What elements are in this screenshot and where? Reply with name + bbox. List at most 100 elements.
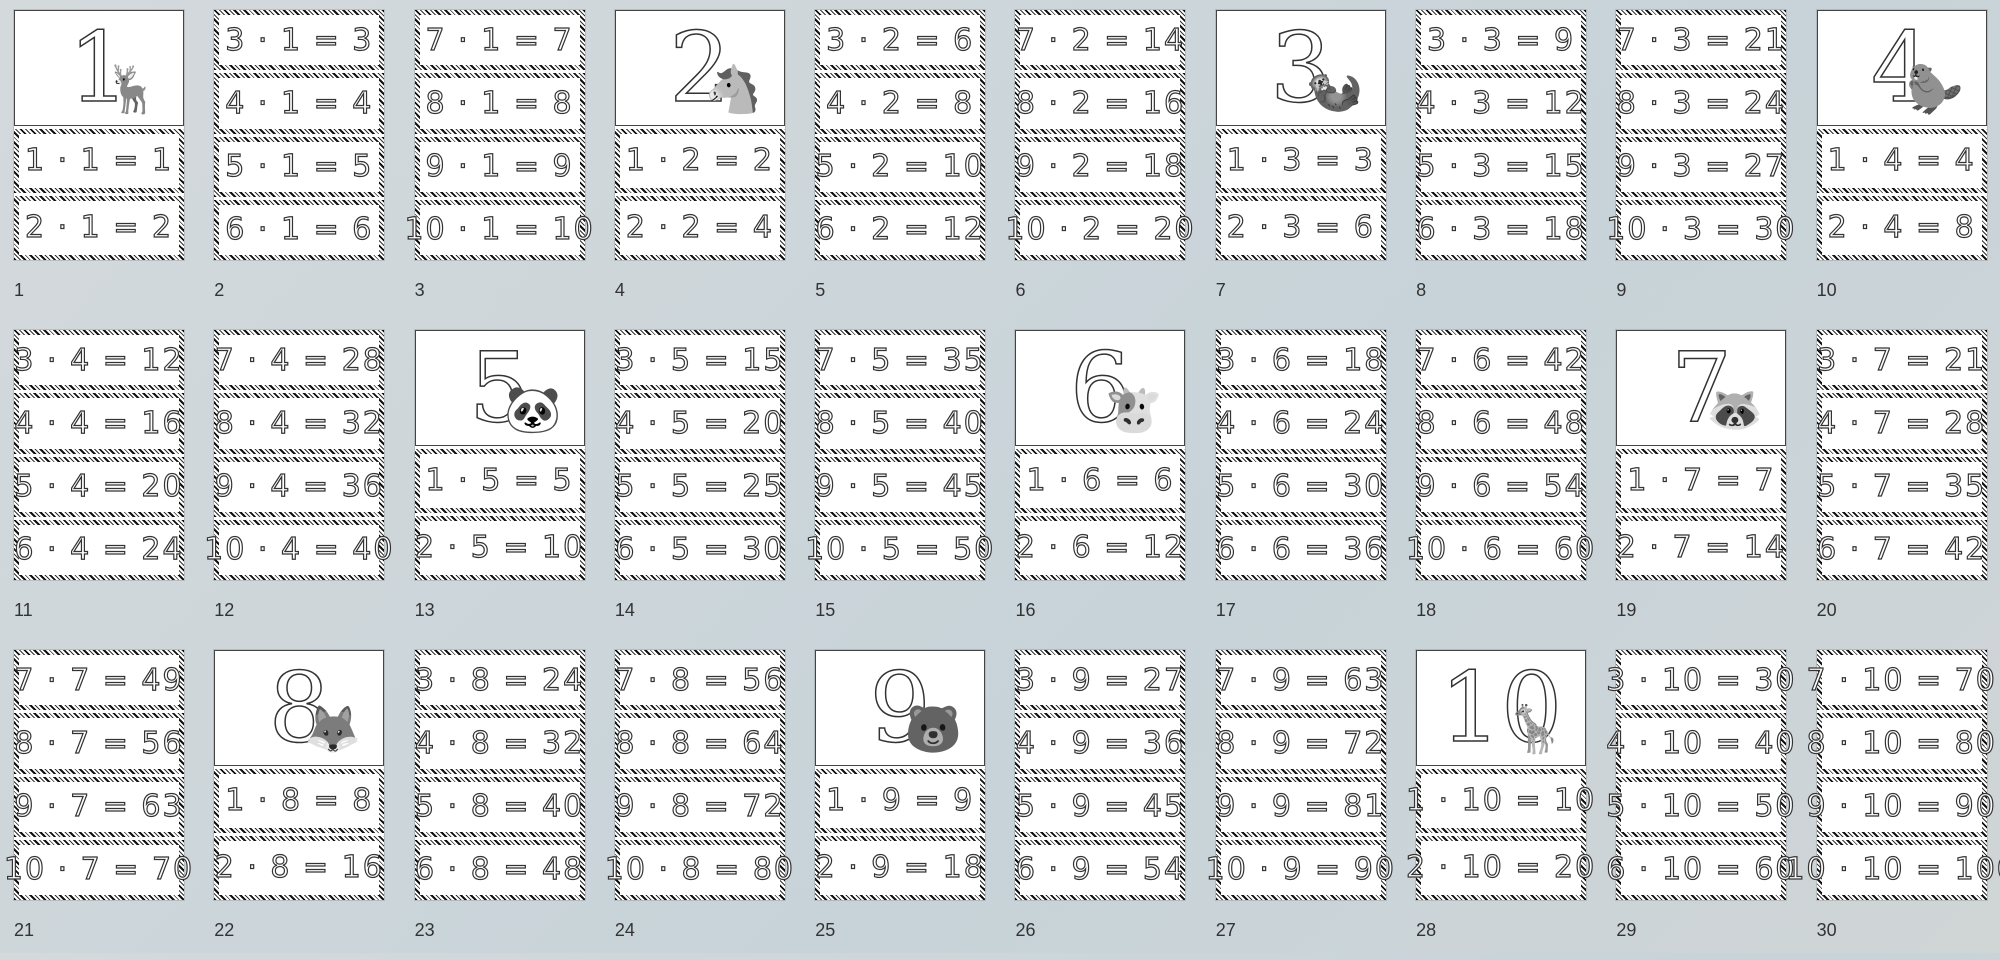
page-thumbnail[interactable]: 7 · 4 = 28 8 · 4 = 32 9 · 4 = 36 10 · 4 = 4… bbox=[204, 330, 393, 640]
equation-card: 6 · 2 = 12 bbox=[815, 199, 986, 260]
page-thumbnail[interactable]: 3 · 6 = 18 4 · 6 = 24 5 · 6 = 30 6 · 6 = 36… bbox=[1216, 330, 1386, 640]
page-number-label: 16 bbox=[1015, 600, 1036, 620]
page-number-label: 6 bbox=[1015, 280, 1026, 300]
equation-text: 4 · 4 = 16 bbox=[14, 405, 184, 441]
page-thumbnail[interactable]: 3 · 10 = 30 4 · 10 = 40 5 · 10 = 50 6 · 10 … bbox=[1606, 650, 1795, 960]
page-number-label: 18 bbox=[1416, 600, 1437, 620]
page-thumbnail[interactable]: 3 · 5 = 15 4 · 5 = 20 5 · 5 = 25 6 · 5 = 30… bbox=[615, 330, 785, 640]
equation-text: 2 · 4 = 8 bbox=[1827, 210, 1976, 246]
page-thumbnail[interactable]: 5 🐼 1 · 5 = 5 2 · 5 = 10 13 bbox=[414, 330, 585, 640]
page-number-label: 27 bbox=[1215, 920, 1236, 940]
page-thumbnail[interactable]: 7 · 3 = 21 8 · 3 = 24 9 · 3 = 27 10 · 3 = 3… bbox=[1606, 10, 1795, 320]
horse-icon: 🐴 bbox=[704, 62, 762, 115]
equation-text: 8 · 5 = 40 bbox=[815, 405, 985, 441]
equation-text: 6 · 5 = 30 bbox=[615, 532, 785, 568]
page-thumbnail[interactable]: 7 · 5 = 35 8 · 5 = 40 9 · 5 = 45 10 · 5 = 5… bbox=[804, 330, 994, 640]
page-thumbnail[interactable]: 7 · 7 = 49 8 · 7 = 56 9 · 7 = 63 10 · 7 = 7… bbox=[3, 650, 193, 960]
page-thumbnail[interactable]: 7 · 9 = 63 8 · 9 = 72 9 · 9 = 81 10 · 9 = 9… bbox=[1205, 650, 1395, 960]
equation-card: 4 · 2 = 8 bbox=[815, 73, 986, 134]
equation-card: 8 · 3 = 24 bbox=[1616, 73, 1787, 134]
page-number-label: 28 bbox=[1416, 920, 1437, 940]
equation-card: 2 · 1 = 2 bbox=[14, 195, 184, 260]
page-thumbnail[interactable]: 3 · 8 = 24 4 · 8 = 32 5 · 8 = 40 6 · 8 = 48… bbox=[414, 650, 585, 960]
number-picture-card: 2 🐴 bbox=[614, 10, 785, 126]
equation-card: 8 · 8 = 64 bbox=[615, 713, 785, 774]
equation-text: 5 · 5 = 25 bbox=[615, 469, 785, 505]
equation-text: 4 · 7 = 28 bbox=[1816, 405, 1987, 441]
equation-card: 7 · 8 = 56 bbox=[615, 650, 785, 711]
equation-card: 2 · 7 = 14 bbox=[1616, 515, 1787, 580]
equation-card: 6 · 9 = 54 bbox=[1015, 839, 1186, 900]
equation-card: 8 · 10 = 80 bbox=[1806, 713, 1995, 774]
equation-card: 2 · 5 = 10 bbox=[414, 515, 585, 580]
equation-text: 3 · 7 = 21 bbox=[1816, 342, 1987, 378]
page-thumbnail[interactable]: 3 · 9 = 27 4 · 9 = 36 5 · 9 = 45 6 · 9 = 54… bbox=[1015, 650, 1186, 960]
page-thumbnail[interactable]: 6 🐮 1 · 6 = 6 2 · 6 = 12 16 bbox=[1015, 330, 1186, 640]
page-thumbnail[interactable]: 10 🦒 1 · 10 = 10 2 · 10 = 20 28 bbox=[1405, 650, 1595, 960]
page-sheet: 7 · 6 = 42 8 · 6 = 48 9 · 6 = 54 10 · 6 = 6… bbox=[1405, 330, 1595, 580]
equation-card: 2 · 10 = 20 bbox=[1405, 835, 1595, 900]
page-number-label: 22 bbox=[214, 920, 235, 940]
equation-card: 5 · 1 = 5 bbox=[214, 136, 385, 197]
equation-text: 1 · 1 = 1 bbox=[24, 143, 174, 179]
equation-card: 4 · 6 = 24 bbox=[1216, 393, 1386, 454]
page-thumbnail[interactable]: 8 🦊 1 · 8 = 8 2 · 8 = 16 22 bbox=[214, 650, 385, 960]
equation-text: 9 · 2 = 18 bbox=[1015, 149, 1186, 185]
equation-card: 4 · 1 = 4 bbox=[214, 73, 385, 134]
equation-card: 7 · 1 = 7 bbox=[414, 10, 585, 71]
equation-text: 9 · 1 = 9 bbox=[425, 149, 574, 185]
page-number-label: 2 bbox=[214, 280, 225, 300]
equation-text: 1 · 9 = 9 bbox=[826, 783, 975, 819]
page-thumbnail[interactable]: 4 🦫 1 · 4 = 4 2 · 4 = 8 10 bbox=[1816, 10, 1987, 320]
page-thumbnail[interactable]: 3 · 3 = 9 4 · 3 = 12 5 · 3 = 15 6 · 3 = 18 8 bbox=[1416, 10, 1587, 320]
equation-text: 8 · 2 = 16 bbox=[1015, 85, 1186, 121]
equation-text: 2 · 8 = 16 bbox=[214, 850, 384, 886]
page-sheet: 3 🦦 1 · 3 = 3 2 · 3 = 6 bbox=[1215, 10, 1386, 260]
page-thumbnail[interactable]: 7 · 8 = 56 8 · 8 = 64 9 · 8 = 72 10 · 8 = 8… bbox=[604, 650, 794, 960]
equation-card: 6 · 5 = 30 bbox=[615, 519, 785, 580]
page-thumbnail[interactable]: 3 · 4 = 12 4 · 4 = 16 5 · 4 = 20 6 · 4 = 24… bbox=[14, 330, 184, 640]
page-thumbnail[interactable]: 7 · 6 = 42 8 · 6 = 48 9 · 6 = 54 10 · 6 = 6… bbox=[1405, 330, 1595, 640]
equation-card: 6 · 7 = 42 bbox=[1816, 519, 1987, 580]
equation-text: 3 · 3 = 9 bbox=[1426, 22, 1576, 58]
page-thumbnail[interactable]: 3 🦦 1 · 3 = 3 2 · 3 = 6 7 bbox=[1215, 10, 1386, 320]
page-thumbnail[interactable]: 7 · 2 = 14 8 · 2 = 16 9 · 2 = 18 10 · 2 = 2… bbox=[1005, 10, 1194, 320]
page-thumbnail[interactable]: 7 · 10 = 70 8 · 10 = 80 9 · 10 = 90 10 · 10… bbox=[1785, 650, 2000, 960]
equation-text: 8 · 10 = 80 bbox=[1806, 725, 1997, 761]
deer-icon: 🦌 bbox=[103, 62, 161, 115]
page-thumbnail[interactable]: 1 🦌 1 · 1 = 1 2 · 1 = 2 1 bbox=[14, 10, 184, 320]
page-number-label: 12 bbox=[214, 600, 235, 620]
page-thumbnail[interactable]: 7 · 1 = 7 8 · 1 = 8 9 · 1 = 9 10 · 1 = 10 3 bbox=[404, 10, 593, 320]
page-thumbnail[interactable]: 3 · 2 = 6 4 · 2 = 8 5 · 2 = 10 6 · 2 = 12 5 bbox=[815, 10, 986, 320]
equation-text: 6 · 10 = 60 bbox=[1606, 852, 1797, 888]
equation-text: 9 · 9 = 81 bbox=[1216, 789, 1386, 825]
number-picture-card: 4 🦫 bbox=[1816, 10, 1987, 126]
page-thumbnail[interactable]: 3 · 1 = 3 4 · 1 = 4 5 · 1 = 5 6 · 1 = 6 2 bbox=[214, 10, 385, 320]
equation-text: 4 · 10 = 40 bbox=[1606, 725, 1797, 761]
equation-text: 9 · 3 = 27 bbox=[1616, 149, 1786, 185]
equation-text: 6 · 4 = 24 bbox=[14, 532, 184, 568]
equation-card: 8 · 2 = 16 bbox=[1015, 73, 1186, 134]
equation-text: 3 · 9 = 27 bbox=[1015, 662, 1186, 698]
number-picture-card: 5 🐼 bbox=[414, 330, 585, 446]
equation-text: 8 · 1 = 8 bbox=[425, 85, 574, 121]
equation-text: 4 · 1 = 4 bbox=[225, 85, 374, 121]
equation-card: 5 · 4 = 20 bbox=[14, 456, 184, 517]
page-sheet: 2 🐴 1 · 2 = 2 2 · 2 = 4 bbox=[614, 10, 785, 260]
equation-text: 10 · 1 = 10 bbox=[404, 212, 595, 248]
page-sheet: 9 🐻 1 · 9 = 9 2 · 9 = 18 bbox=[815, 650, 986, 900]
equation-card: 9 · 1 = 9 bbox=[414, 136, 585, 197]
equation-card: 9 · 9 = 81 bbox=[1216, 776, 1386, 837]
page-thumbnail[interactable]: 9 🐻 1 · 9 = 9 2 · 9 = 18 25 bbox=[815, 650, 986, 960]
page-thumbnail[interactable]: 2 🐴 1 · 2 = 2 2 · 2 = 4 4 bbox=[614, 10, 785, 320]
page-sheet: 7 · 9 = 63 8 · 9 = 72 9 · 9 = 81 10 · 9 = 9… bbox=[1205, 650, 1395, 900]
equation-card: 7 · 5 = 35 bbox=[815, 330, 986, 391]
page-thumbnail[interactable]: 7 🦝 1 · 7 = 7 2 · 7 = 14 19 bbox=[1616, 330, 1787, 640]
equation-text: 1 · 7 = 7 bbox=[1627, 463, 1776, 499]
equation-card: 10 · 8 = 80 bbox=[604, 839, 794, 900]
page-thumbnail[interactable]: 3 · 7 = 21 4 · 7 = 28 5 · 7 = 35 6 · 7 = 42… bbox=[1816, 330, 1987, 640]
equation-card: 1 · 4 = 4 bbox=[1816, 128, 1987, 193]
equation-card: 4 · 8 = 32 bbox=[414, 713, 585, 774]
giraffe-icon: 🦒 bbox=[1505, 702, 1564, 755]
equation-card: 7 · 10 = 70 bbox=[1806, 650, 1995, 711]
